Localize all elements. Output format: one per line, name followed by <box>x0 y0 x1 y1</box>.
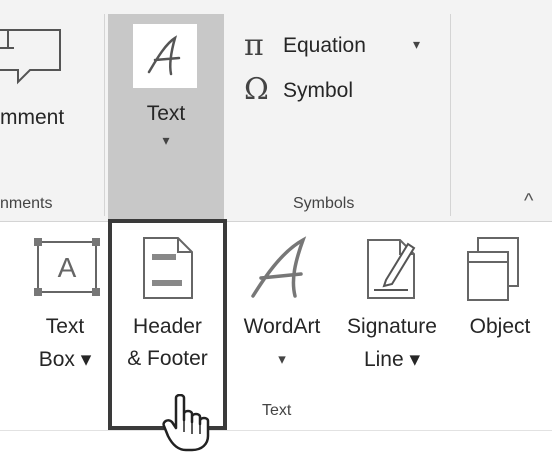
wordart-label[interactable]: WordArt <box>228 315 336 339</box>
text-box-label-1[interactable]: Text <box>20 315 110 339</box>
signature-line-label-2[interactable]: Line ▾ <box>336 347 448 372</box>
hand-pointer-icon <box>162 394 210 452</box>
comments-group-label: nments <box>0 195 53 212</box>
symbol-button[interactable]: Symbol <box>283 79 353 103</box>
comment-button-label[interactable]: mment <box>0 106 64 130</box>
omega-icon: Ω <box>244 72 269 107</box>
text-button-label[interactable]: Text <box>108 102 224 126</box>
signature-line-label-1[interactable]: Signature <box>336 315 448 339</box>
object-icon <box>467 237 519 301</box>
collapse-ribbon-icon[interactable]: ^ <box>524 190 533 213</box>
text-icon-frame <box>133 24 197 88</box>
equation-button[interactable]: Equation <box>283 34 366 58</box>
text-group-label: Text <box>262 402 292 419</box>
wordart-icon <box>251 236 307 298</box>
wordart-dropdown-arrow[interactable]: ▾ <box>228 347 336 368</box>
svg-text:A: A <box>58 252 77 283</box>
pi-icon: π <box>244 28 264 63</box>
text-wordart-icon <box>147 35 181 76</box>
object-label[interactable]: Object <box>450 315 550 339</box>
text-box-label-2[interactable]: Box ▾ <box>20 347 110 372</box>
symbols-group-label: Symbols <box>293 195 355 212</box>
group-separator <box>104 14 105 216</box>
group-separator <box>450 14 451 216</box>
signature-line-icon <box>367 239 416 299</box>
comment-icon <box>0 29 61 85</box>
panel-bottom-line <box>0 430 552 431</box>
insert-ribbon <box>0 0 552 222</box>
equation-dropdown-arrow[interactable]: ▾ <box>413 36 420 53</box>
text-button-arrow[interactable]: ▾ <box>108 132 224 149</box>
text-box-icon: A <box>34 238 100 296</box>
